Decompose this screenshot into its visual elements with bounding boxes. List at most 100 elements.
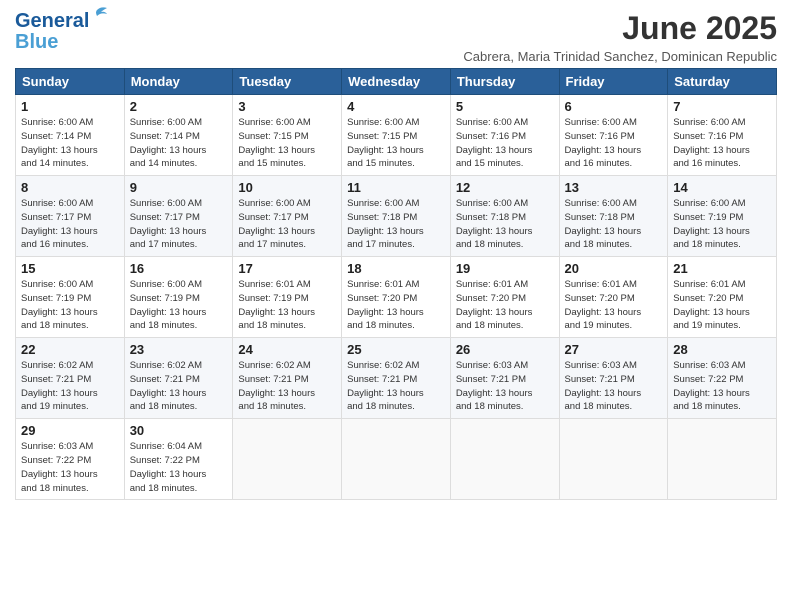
day-number: 20 bbox=[565, 261, 663, 276]
calendar-cell: 4 Sunrise: 6:00 AM Sunset: 7:15 PM Daylig… bbox=[342, 95, 451, 176]
cell-info: Sunrise: 6:00 AM Sunset: 7:18 PM Dayligh… bbox=[565, 197, 663, 252]
calendar-cell: 22 Sunrise: 6:02 AM Sunset: 7:21 PM Dayli… bbox=[16, 338, 125, 419]
cell-info: Sunrise: 6:04 AM Sunset: 7:22 PM Dayligh… bbox=[130, 440, 228, 495]
calendar-cell: 12 Sunrise: 6:00 AM Sunset: 7:18 PM Dayli… bbox=[450, 176, 559, 257]
day-number: 15 bbox=[21, 261, 119, 276]
cell-info: Sunrise: 6:00 AM Sunset: 7:14 PM Dayligh… bbox=[21, 116, 119, 171]
cell-info: Sunrise: 6:01 AM Sunset: 7:20 PM Dayligh… bbox=[456, 278, 554, 333]
day-number: 1 bbox=[21, 99, 119, 114]
day-number: 19 bbox=[456, 261, 554, 276]
calendar-cell: 27 Sunrise: 6:03 AM Sunset: 7:21 PM Dayli… bbox=[559, 338, 668, 419]
calendar-cell: 13 Sunrise: 6:00 AM Sunset: 7:18 PM Dayli… bbox=[559, 176, 668, 257]
calendar-cell: 23Sunrise: 6:02 AM Sunset: 7:21 PM Dayli… bbox=[124, 338, 233, 419]
calendar-cell: 11Sunrise: 6:00 AM Sunset: 7:18 PM Dayli… bbox=[342, 176, 451, 257]
calendar-cell: 5 Sunrise: 6:00 AM Sunset: 7:16 PM Daylig… bbox=[450, 95, 559, 176]
calendar-cell: 25 Sunrise: 6:02 AM Sunset: 7:21 PM Dayli… bbox=[342, 338, 451, 419]
cell-info: Sunrise: 6:00 AM Sunset: 7:16 PM Dayligh… bbox=[456, 116, 554, 171]
cell-info: Sunrise: 6:00 AM Sunset: 7:19 PM Dayligh… bbox=[130, 278, 228, 333]
cell-info: Sunrise: 6:00 AM Sunset: 7:18 PM Dayligh… bbox=[456, 197, 554, 252]
cell-info: Sunrise: 6:02 AM Sunset: 7:21 PM Dayligh… bbox=[130, 359, 228, 414]
header-friday: Friday bbox=[559, 69, 668, 95]
day-number: 5 bbox=[456, 99, 554, 114]
header-saturday: Saturday bbox=[668, 69, 777, 95]
cell-info: Sunrise: 6:01 AM Sunset: 7:20 PM Dayligh… bbox=[347, 278, 445, 333]
logo-general: General bbox=[15, 10, 89, 32]
day-number: 7 bbox=[673, 99, 771, 114]
month-title: June 2025 bbox=[463, 10, 777, 47]
day-number: 21 bbox=[673, 261, 771, 276]
cell-info: Sunrise: 6:02 AM Sunset: 7:21 PM Dayligh… bbox=[21, 359, 119, 414]
calendar-cell: 15Sunrise: 6:00 AM Sunset: 7:19 PM Dayli… bbox=[16, 257, 125, 338]
cell-info: Sunrise: 6:03 AM Sunset: 7:22 PM Dayligh… bbox=[673, 359, 771, 414]
day-number: 6 bbox=[565, 99, 663, 114]
page-header: General Blue June 2025 Cabrera, Maria Tr… bbox=[15, 10, 777, 64]
week-row-0: 1 Sunrise: 6:00 AM Sunset: 7:14 PM Daylig… bbox=[16, 95, 777, 176]
calendar-cell bbox=[342, 419, 451, 500]
calendar-cell bbox=[559, 419, 668, 500]
day-number: 25 bbox=[347, 342, 445, 357]
calendar-cell: 24 Sunrise: 6:02 AM Sunset: 7:21 PM Dayli… bbox=[233, 338, 342, 419]
calendar-cell: 28 Sunrise: 6:03 AM Sunset: 7:22 PM Dayli… bbox=[668, 338, 777, 419]
day-number: 24 bbox=[238, 342, 336, 357]
day-number: 30 bbox=[130, 423, 228, 438]
calendar-cell: 17 Sunrise: 6:01 AM Sunset: 7:19 PM Dayli… bbox=[233, 257, 342, 338]
cell-info: Sunrise: 6:01 AM Sunset: 7:20 PM Dayligh… bbox=[565, 278, 663, 333]
calendar-cell: 30 Sunrise: 6:04 AM Sunset: 7:22 PM Dayli… bbox=[124, 419, 233, 500]
calendar-table: SundayMondayTuesdayWednesdayThursdayFrid… bbox=[15, 68, 777, 500]
calendar-cell bbox=[233, 419, 342, 500]
day-number: 17 bbox=[238, 261, 336, 276]
cell-info: Sunrise: 6:01 AM Sunset: 7:20 PM Dayligh… bbox=[673, 278, 771, 333]
logo-blue: Blue bbox=[15, 31, 58, 54]
cell-info: Sunrise: 6:00 AM Sunset: 7:15 PM Dayligh… bbox=[347, 116, 445, 171]
week-row-2: 15 Sunrise: 6:00 AM Sunset: 7:19 PM Dayli… bbox=[16, 257, 777, 338]
day-number: 28 bbox=[673, 342, 771, 357]
day-number: 13 bbox=[565, 180, 663, 195]
day-number: 9 bbox=[130, 180, 228, 195]
week-row-3: 22 Sunrise: 6:02 AM Sunset: 7:21 PM Dayli… bbox=[16, 338, 777, 419]
calendar-cell bbox=[450, 419, 559, 500]
day-number: 12 bbox=[456, 180, 554, 195]
logo-bird-icon bbox=[87, 6, 107, 22]
cell-info: Sunrise: 6:03 AM Sunset: 7:21 PM Dayligh… bbox=[565, 359, 663, 414]
cell-info: Sunrise: 6:02 AM Sunset: 7:21 PM Dayligh… bbox=[238, 359, 336, 414]
cell-info: Sunrise: 6:01 AM Sunset: 7:19 PM Dayligh… bbox=[238, 278, 336, 333]
location-subtitle: Cabrera, Maria Trinidad Sanchez, Dominic… bbox=[463, 49, 777, 64]
day-number: 29 bbox=[21, 423, 119, 438]
logo: General Blue bbox=[15, 10, 89, 54]
day-number: 3 bbox=[238, 99, 336, 114]
calendar-cell: 8Sunrise: 6:00 AM Sunset: 7:17 PM Daylig… bbox=[16, 176, 125, 257]
cell-info: Sunrise: 6:03 AM Sunset: 7:22 PM Dayligh… bbox=[21, 440, 119, 495]
calendar-cell: 3Sunrise: 6:00 AM Sunset: 7:15 PM Daylig… bbox=[233, 95, 342, 176]
cell-info: Sunrise: 6:00 AM Sunset: 7:17 PM Dayligh… bbox=[21, 197, 119, 252]
header-thursday: Thursday bbox=[450, 69, 559, 95]
calendar-cell: 18 Sunrise: 6:01 AM Sunset: 7:20 PM Dayli… bbox=[342, 257, 451, 338]
day-number: 16 bbox=[130, 261, 228, 276]
week-row-4: 29 Sunrise: 6:03 AM Sunset: 7:22 PM Dayli… bbox=[16, 419, 777, 500]
header-wednesday: Wednesday bbox=[342, 69, 451, 95]
calendar-cell: 9 Sunrise: 6:00 AM Sunset: 7:17 PM Daylig… bbox=[124, 176, 233, 257]
calendar-cell: 6 Sunrise: 6:00 AM Sunset: 7:16 PM Daylig… bbox=[559, 95, 668, 176]
cell-info: Sunrise: 6:00 AM Sunset: 7:19 PM Dayligh… bbox=[673, 197, 771, 252]
calendar-cell: 10 Sunrise: 6:00 AM Sunset: 7:17 PM Dayli… bbox=[233, 176, 342, 257]
cell-info: Sunrise: 6:02 AM Sunset: 7:21 PM Dayligh… bbox=[347, 359, 445, 414]
calendar-cell: 26Sunrise: 6:03 AM Sunset: 7:21 PM Dayli… bbox=[450, 338, 559, 419]
calendar-cell bbox=[668, 419, 777, 500]
day-number: 27 bbox=[565, 342, 663, 357]
cell-info: Sunrise: 6:03 AM Sunset: 7:21 PM Dayligh… bbox=[456, 359, 554, 414]
day-number: 22 bbox=[21, 342, 119, 357]
header-tuesday: Tuesday bbox=[233, 69, 342, 95]
cell-info: Sunrise: 6:00 AM Sunset: 7:16 PM Dayligh… bbox=[565, 116, 663, 171]
title-area: June 2025 Cabrera, Maria Trinidad Sanche… bbox=[463, 10, 777, 64]
day-number: 18 bbox=[347, 261, 445, 276]
calendar-cell: 29 Sunrise: 6:03 AM Sunset: 7:22 PM Dayli… bbox=[16, 419, 125, 500]
cell-info: Sunrise: 6:00 AM Sunset: 7:18 PM Dayligh… bbox=[347, 197, 445, 252]
calendar-cell: 21 Sunrise: 6:01 AM Sunset: 7:20 PM Dayli… bbox=[668, 257, 777, 338]
cell-info: Sunrise: 6:00 AM Sunset: 7:17 PM Dayligh… bbox=[238, 197, 336, 252]
cell-info: Sunrise: 6:00 AM Sunset: 7:17 PM Dayligh… bbox=[130, 197, 228, 252]
calendar-cell: 14Sunrise: 6:00 AM Sunset: 7:19 PM Dayli… bbox=[668, 176, 777, 257]
header-sunday: Sunday bbox=[16, 69, 125, 95]
cell-info: Sunrise: 6:00 AM Sunset: 7:16 PM Dayligh… bbox=[673, 116, 771, 171]
day-number: 4 bbox=[347, 99, 445, 114]
calendar-cell: 20 Sunrise: 6:01 AM Sunset: 7:20 PM Dayli… bbox=[559, 257, 668, 338]
day-number: 10 bbox=[238, 180, 336, 195]
